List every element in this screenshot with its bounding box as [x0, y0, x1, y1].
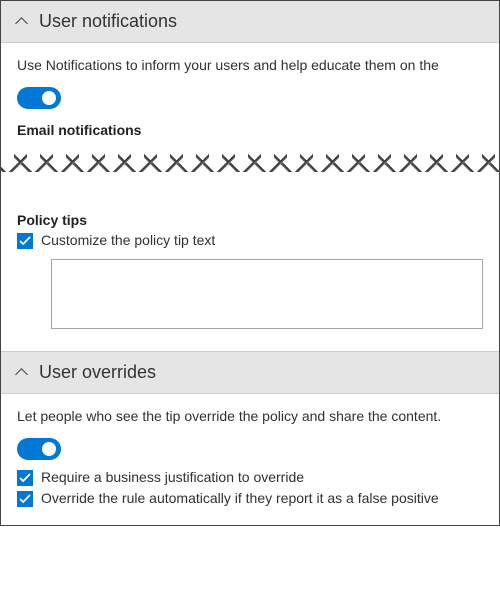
require-justification-label: Require a business justification to over…	[41, 469, 304, 485]
chevron-up-icon	[15, 366, 29, 380]
section-header-overrides[interactable]: User overrides	[1, 352, 499, 394]
section-title-notifications: User notifications	[39, 11, 177, 32]
overrides-description: Let people who see the tip override the …	[17, 408, 483, 424]
torn-edge-decoration	[1, 142, 499, 172]
toggle-knob	[42, 91, 56, 105]
chevron-up-icon	[15, 15, 29, 29]
section-body-overrides: Let people who see the tip override the …	[1, 394, 499, 525]
customize-policy-tip-label: Customize the policy tip text	[41, 232, 215, 248]
overrides-toggle[interactable]	[17, 438, 61, 460]
section-body-notifications: Use Notifications to inform your users a…	[1, 43, 499, 352]
section-title-overrides: User overrides	[39, 362, 156, 383]
checkmark-icon	[19, 472, 31, 484]
customize-policy-tip-checkbox[interactable]	[17, 233, 33, 249]
checkmark-icon	[19, 493, 31, 505]
require-justification-checkbox[interactable]	[17, 470, 33, 486]
policy-tip-text-input[interactable]	[51, 259, 483, 329]
email-notifications-heading: Email notifications	[17, 122, 483, 138]
toggle-knob	[42, 442, 56, 456]
policy-tips-heading: Policy tips	[17, 212, 483, 228]
section-header-notifications[interactable]: User notifications	[1, 1, 499, 43]
notifications-description: Use Notifications to inform your users a…	[17, 57, 483, 73]
checkmark-icon	[19, 235, 31, 247]
false-positive-override-label: Override the rule automatically if they …	[41, 490, 439, 506]
false-positive-override-checkbox[interactable]	[17, 491, 33, 507]
notifications-toggle[interactable]	[17, 87, 61, 109]
